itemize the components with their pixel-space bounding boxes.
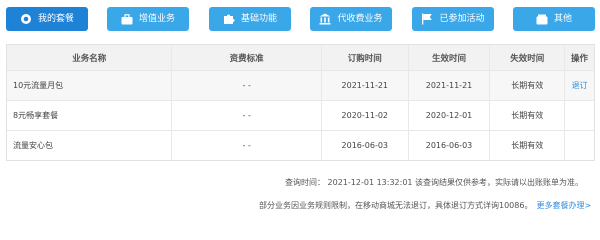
action-cell: 退订 — [564, 71, 594, 100]
unsubscribe-link[interactable]: 退订 — [572, 80, 588, 91]
fee-standard: - - — [171, 71, 320, 100]
tab-collection-services[interactable]: 代收费业务 — [310, 7, 392, 31]
briefcase-icon — [121, 13, 133, 25]
query-time-note: 查询时间： 2021-12-01 13:32:01 该查询结果仅供参考，实际请以… — [285, 178, 584, 187]
bank-icon — [319, 13, 331, 25]
tab-label: 我的套餐 — [37, 13, 74, 24]
tab-label: 增值业务 — [138, 13, 175, 24]
table-row: 10元流量月包 - - 2021-11-21 2021-11-21 长期有效 退… — [7, 70, 594, 100]
rule-text: 部分业务因业务规则限制，在移动商城无法退订，具体退订方式详询10086。 — [259, 201, 533, 210]
column-header: 订购时间 — [320, 45, 408, 70]
category-tabs: 我的套餐 增值业务 基础功能 代收费业务 已参加活动 其他 — [6, 7, 596, 31]
expire-time: 长期有效 — [489, 131, 564, 160]
column-header: 资费标准 — [171, 45, 320, 70]
expire-time: 长期有效 — [489, 71, 564, 100]
column-header: 业务名称 — [72, 53, 107, 64]
column-header: 操作 — [564, 45, 594, 70]
column-header: 生效时间 — [407, 45, 490, 70]
column-header: 失效时间 — [489, 45, 564, 70]
order-time: 2016-06-03 — [320, 131, 408, 160]
more-packages-link[interactable]: 更多套餐办理> — [536, 201, 591, 210]
tab-label: 其他 — [553, 13, 572, 24]
flag-icon — [421, 13, 433, 25]
table-header: 业务名称 资费标准 订购时间 生效时间 失效时间 操作 — [7, 45, 594, 70]
package-table: 业务名称 资费标准 订购时间 生效时间 失效时间 操作 10元流量月包 - - … — [6, 44, 595, 161]
expire-time: 长期有效 — [489, 101, 564, 130]
action-cell — [564, 101, 594, 130]
tab-joined-activities[interactable]: 已参加活动 — [412, 7, 494, 31]
tab-label: 代收费业务 — [337, 13, 383, 24]
effective-time: 2016-06-03 — [407, 131, 490, 160]
tab-basic-functions[interactable]: 基础功能 — [209, 7, 291, 31]
order-time: 2021-11-21 — [320, 71, 408, 100]
box-icon — [536, 14, 548, 25]
table-row: 流量安心包 - - 2016-06-03 2016-06-03 长期有效 — [7, 130, 594, 160]
action-cell — [564, 131, 594, 160]
package-name: 10元流量月包 — [13, 81, 64, 90]
fee-standard: - - — [171, 131, 320, 160]
tab-label: 基础功能 — [240, 13, 277, 24]
tab-value-added[interactable]: 增值业务 — [107, 7, 189, 31]
order-time: 2020-11-02 — [320, 101, 408, 130]
puzzle-icon — [223, 13, 235, 25]
tab-label: 已参加活动 — [439, 13, 485, 24]
fee-standard: - - — [171, 101, 320, 130]
tab-other[interactable]: 其他 — [513, 7, 595, 31]
radio-circle-icon — [20, 13, 32, 25]
package-name: 流量安心包 — [13, 141, 53, 150]
table-row: 8元畅享套餐 - - 2020-11-02 2020-12-01 长期有效 — [7, 100, 594, 130]
unsubscribe-rule-note: 部分业务因业务规则限制，在移动商城无法退订，具体退订方式详询10086。 更多套餐… — [259, 200, 591, 211]
tab-my-package[interactable]: 我的套餐 — [6, 7, 88, 31]
effective-time: 2021-11-21 — [407, 71, 490, 100]
effective-time: 2020-12-01 — [407, 101, 490, 130]
package-name: 8元畅享套餐 — [13, 111, 59, 120]
